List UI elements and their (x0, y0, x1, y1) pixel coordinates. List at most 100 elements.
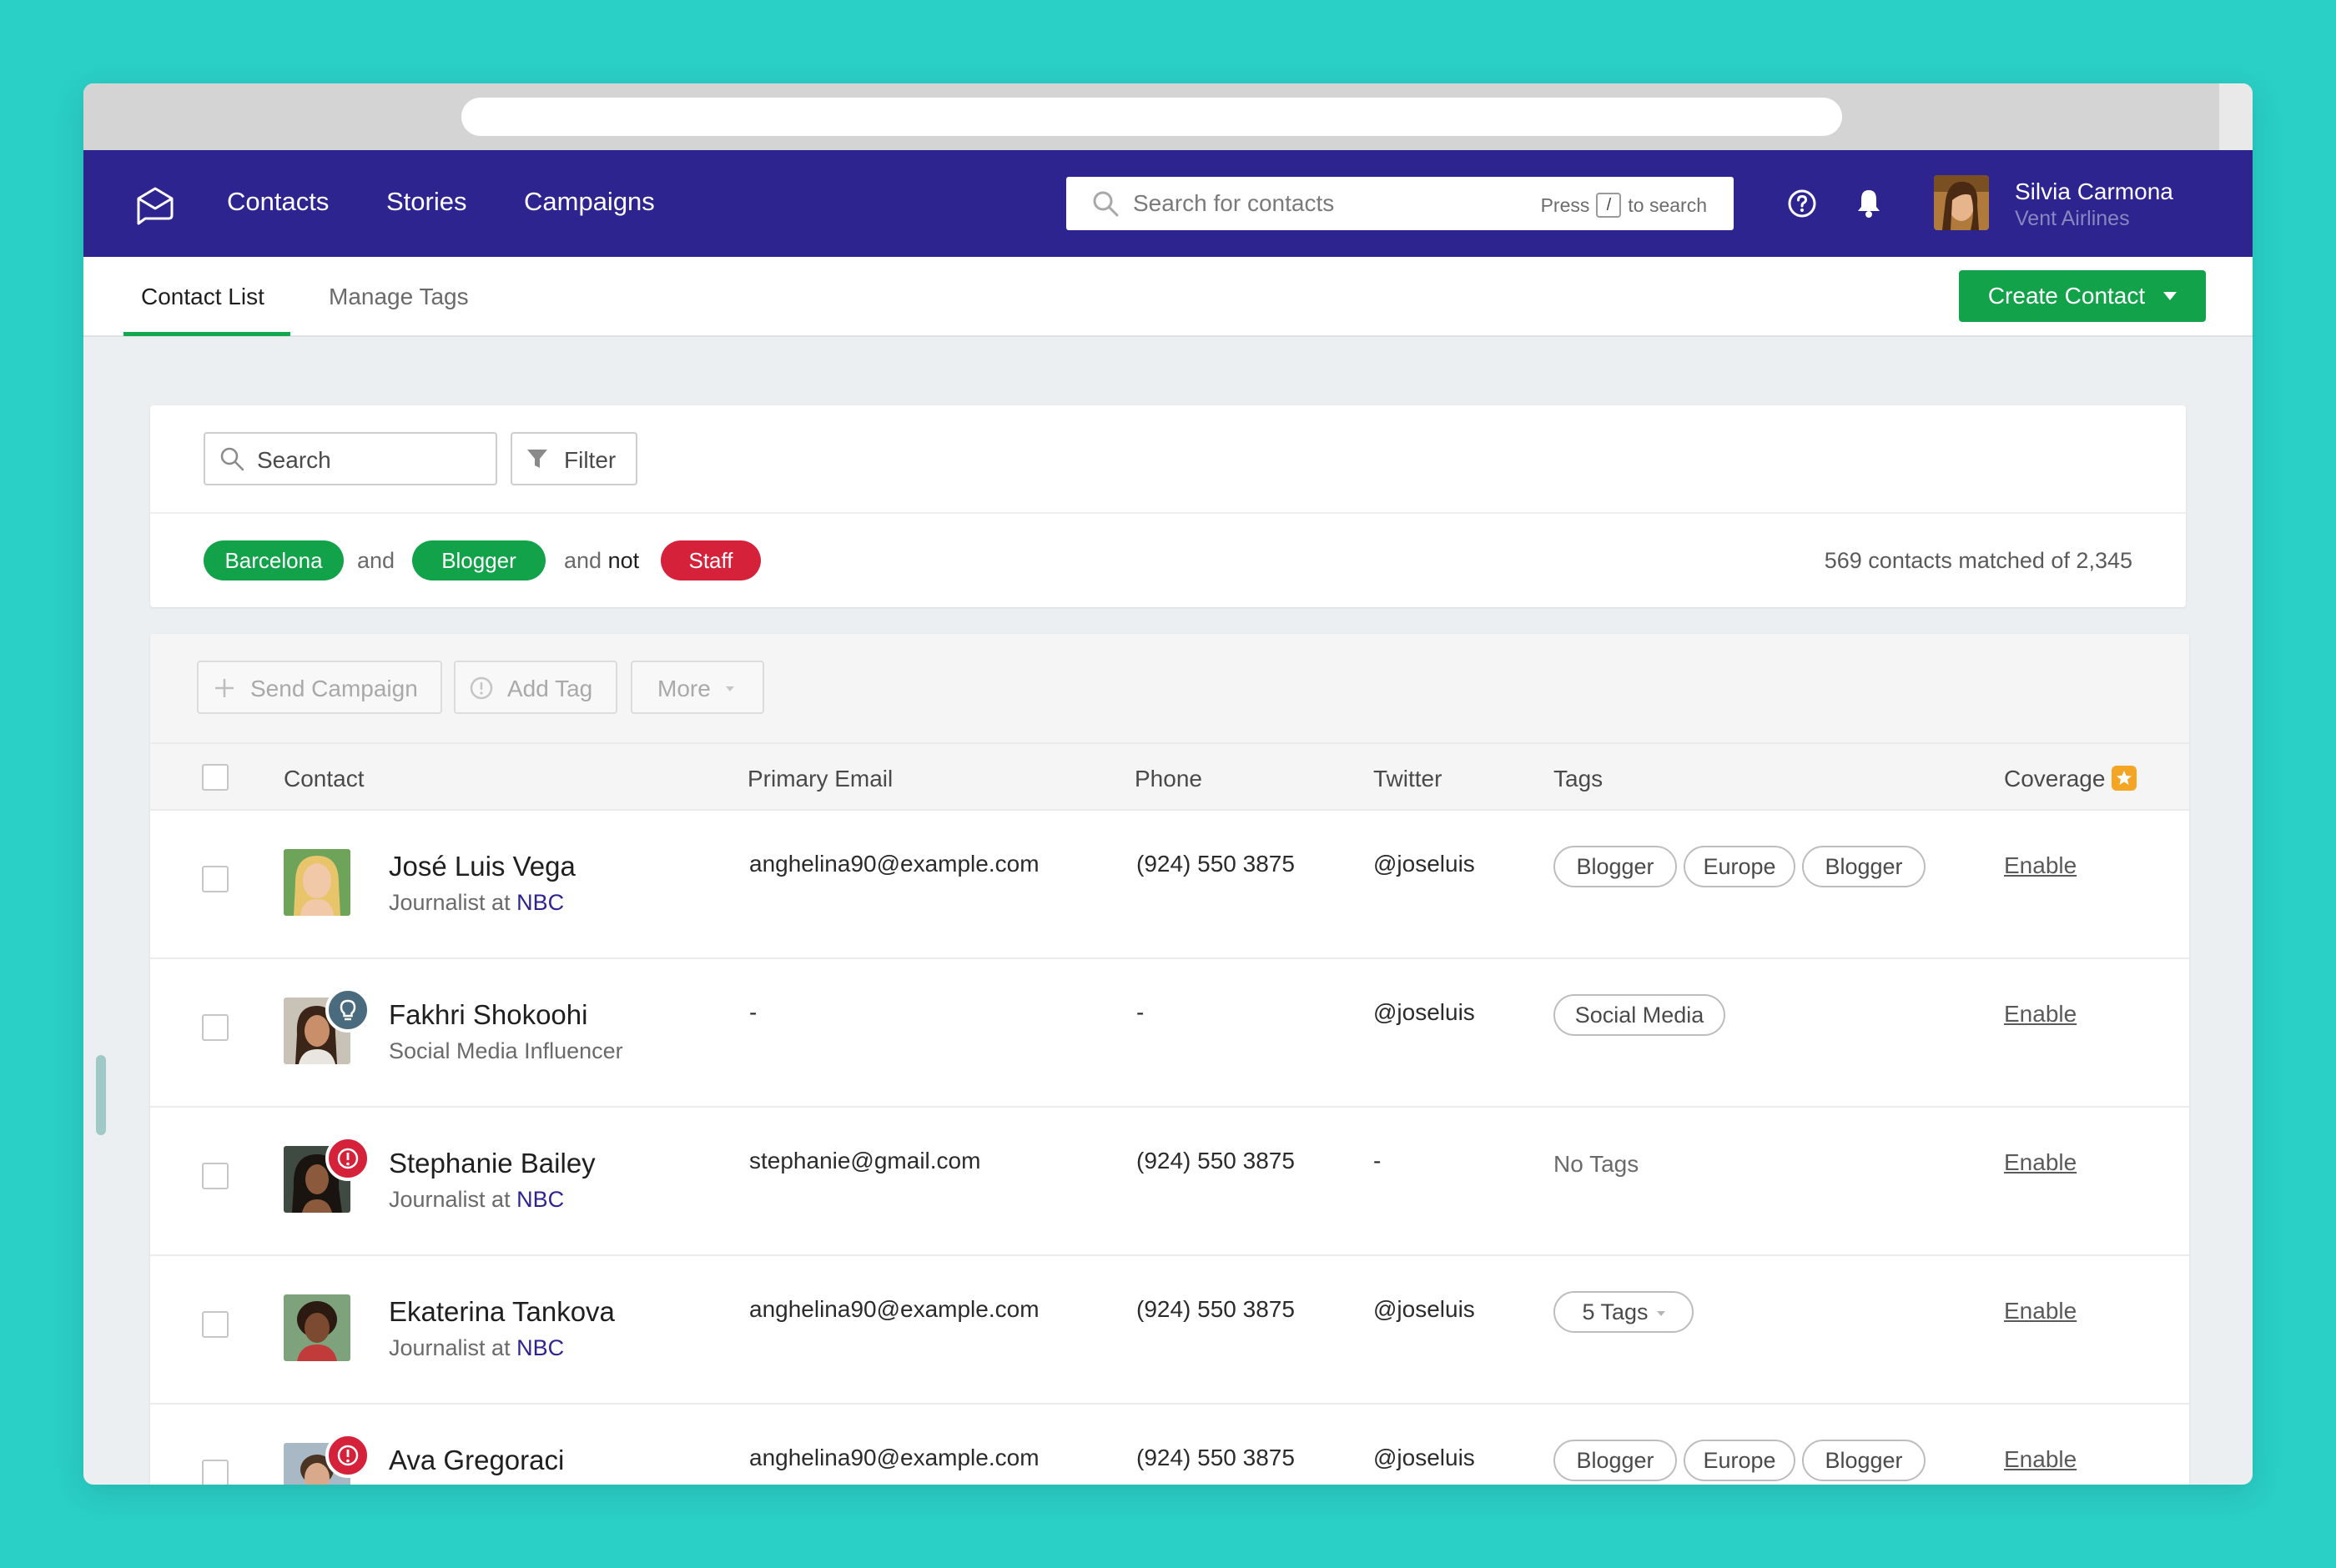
row-checkbox[interactable] (202, 1014, 229, 1041)
enable-coverage-link[interactable]: Enable (2004, 852, 2077, 879)
row-checkbox[interactable] (202, 1460, 229, 1485)
send-campaign-button[interactable]: Send Campaign (197, 661, 442, 714)
twitter-cell[interactable]: @joseluis (1373, 1296, 1475, 1323)
tag-pill[interactable]: Blogger (1553, 1440, 1677, 1481)
tab-contact-list[interactable]: Contact List (141, 284, 264, 310)
table-row[interactable]: José Luis Vega Journalist at NBC angheli… (150, 811, 2189, 959)
contact-name[interactable]: José Luis Vega (389, 851, 576, 882)
search-shortcut-hint: Press / to search (1541, 193, 1707, 218)
coverage-label: Coverage (2004, 766, 2106, 792)
browser-chrome (83, 83, 2253, 150)
org-link[interactable]: NBC (516, 1187, 564, 1212)
search-placeholder: Search (257, 447, 331, 473)
notifications-bell-icon[interactable] (1854, 187, 1884, 219)
user-company: Vent Airlines (2015, 207, 2130, 230)
org-link[interactable]: NBC (516, 1335, 564, 1360)
column-tags[interactable]: Tags (1553, 766, 1603, 792)
row-checkbox[interactable] (202, 1163, 229, 1189)
search-placeholder: Search for contacts (1133, 190, 1335, 216)
star-icon (2112, 766, 2137, 791)
nav-stories[interactable]: Stories (386, 187, 466, 217)
help-icon[interactable] (1787, 188, 1817, 219)
contact-name[interactable]: Stephanie Bailey (389, 1148, 596, 1179)
tags-dropdown[interactable]: 5 Tags (1553, 1291, 1694, 1333)
contact-search-input[interactable]: Search (204, 432, 497, 485)
select-all-checkbox[interactable] (202, 764, 229, 791)
hint-prefix: Press (1540, 193, 1590, 216)
role-text: Journalist at (389, 1187, 511, 1212)
role-text: Journalist at (389, 1335, 511, 1360)
bulk-actions-toolbar: Send Campaign Add Tag More (150, 634, 2189, 742)
phone-cell: (924) 550 3875 (1136, 1148, 1295, 1173)
filter-chip-blogger[interactable]: Blogger (412, 540, 546, 580)
filter-chip-staff[interactable]: Staff (661, 540, 761, 580)
tab-manage-tags[interactable]: Manage Tags (329, 284, 469, 310)
user-name[interactable]: Silvia Carmona (2015, 178, 2173, 205)
hint-suffix: to search (1628, 193, 1707, 216)
twitter-cell[interactable]: @joseluis (1373, 851, 1475, 877)
alert-circle-icon (470, 676, 493, 700)
filter-button[interactable]: Filter (511, 432, 637, 485)
global-search-input[interactable]: Search for contacts Press / to search (1066, 177, 1734, 230)
enable-coverage-link[interactable]: Enable (2004, 1298, 2077, 1324)
contact-name[interactable]: Fakhri Shokoohi (389, 999, 587, 1031)
phone-cell: (924) 550 3875 (1136, 1445, 1295, 1470)
search-icon (220, 447, 244, 471)
add-tag-label: Add Tag (507, 676, 593, 701)
table-row[interactable]: Stephanie Bailey Journalist at NBC steph… (150, 1108, 2189, 1256)
row-checkbox[interactable] (202, 1311, 229, 1338)
tag-pill[interactable]: Europe (1684, 1440, 1795, 1481)
twitter-cell[interactable]: @joseluis (1373, 1445, 1475, 1471)
enable-coverage-link[interactable]: Enable (2004, 1149, 2077, 1176)
twitter-cell[interactable]: @joseluis (1373, 999, 1475, 1026)
table-row[interactable]: Ava Gregoraci anghelina90@example.com (9… (150, 1405, 2189, 1485)
tag-pill[interactable]: Blogger (1553, 846, 1677, 887)
shortcut-key: / (1596, 193, 1622, 218)
top-navbar: Contacts Stories Campaigns Search for co… (83, 150, 2253, 257)
nav-campaigns[interactable]: Campaigns (524, 187, 655, 217)
tag-pill[interactable]: Social Media (1553, 994, 1725, 1036)
avatar (284, 849, 350, 916)
address-bar[interactable] (461, 98, 1842, 136)
search-icon (1093, 191, 1119, 217)
enable-coverage-link[interactable]: Enable (2004, 1001, 2077, 1028)
table-row[interactable]: Ekaterina Tankova Journalist at NBC angh… (150, 1256, 2189, 1405)
column-contact[interactable]: Contact (284, 766, 365, 792)
conj-not-text: not (607, 548, 640, 573)
contact-name[interactable]: Ekaterina Tankova (389, 1296, 615, 1328)
active-tab-indicator (123, 332, 290, 336)
divider (150, 512, 2186, 514)
column-phone[interactable]: Phone (1135, 766, 1202, 792)
create-contact-label: Create Contact (1987, 283, 2146, 309)
row-checkbox[interactable] (202, 866, 229, 892)
nav-contacts[interactable]: Contacts (227, 187, 329, 217)
email-cell: stephanie@gmail.com (749, 1148, 981, 1173)
column-coverage[interactable]: Coverage (2004, 766, 2137, 792)
filter-funnel-icon (527, 450, 547, 468)
tag-pill[interactable]: Blogger (1802, 1440, 1926, 1481)
match-count: 569 contacts matched of 2,345 (1824, 548, 2132, 573)
tag-pill[interactable]: Europe (1684, 846, 1795, 887)
filter-label: Filter (564, 447, 617, 473)
contact-role: Journalist at NBC (389, 890, 564, 916)
org-link[interactable]: NBC (516, 890, 564, 915)
tag-pill[interactable]: Blogger (1802, 846, 1926, 887)
alert-badge-icon (325, 1136, 370, 1181)
no-tags-label: No Tags (1553, 1151, 1639, 1177)
app-logo-icon[interactable] (133, 182, 177, 225)
column-primary-email[interactable]: Primary Email (748, 766, 893, 792)
caret-down-icon (1656, 1311, 1665, 1316)
user-avatar[interactable] (1934, 175, 1989, 230)
table-row[interactable]: Fakhri Shokoohi Social Media Influencer … (150, 959, 2189, 1108)
create-contact-button[interactable]: Create Contact (1959, 270, 2206, 322)
add-tag-button[interactable]: Add Tag (454, 661, 617, 714)
email-cell: anghelina90@example.com (749, 1296, 1040, 1322)
phone-cell: (924) 550 3875 (1136, 851, 1295, 877)
email-cell: anghelina90@example.com (749, 1445, 1040, 1470)
page-scrollbar[interactable] (96, 1055, 106, 1135)
more-actions-button[interactable]: More (631, 661, 764, 714)
filter-chip-barcelona[interactable]: Barcelona (204, 540, 344, 580)
contact-name[interactable]: Ava Gregoraci (389, 1445, 564, 1476)
enable-coverage-link[interactable]: Enable (2004, 1446, 2077, 1473)
column-twitter[interactable]: Twitter (1373, 766, 1442, 792)
